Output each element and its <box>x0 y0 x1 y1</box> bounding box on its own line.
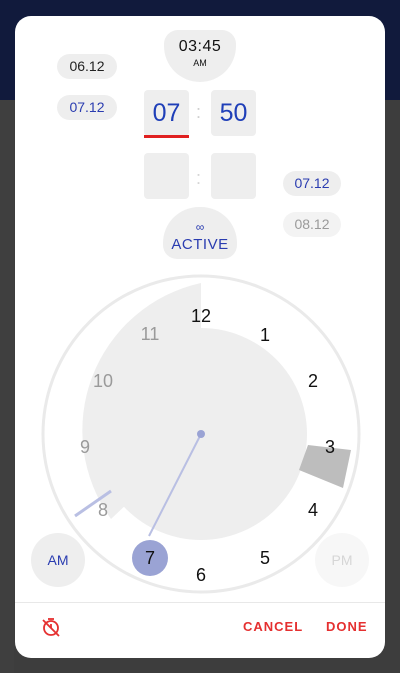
date-chip-3[interactable]: 07.12 <box>283 171 341 196</box>
action-divider <box>15 602 385 603</box>
secondary-hour-field[interactable] <box>144 153 189 199</box>
secondary-time-separator: : <box>196 168 202 188</box>
date-chip-2[interactable]: 07.12 <box>57 95 117 120</box>
backdrop-edge <box>0 100 14 673</box>
clock-number-1[interactable]: 1 <box>260 325 270 345</box>
clock-number-3[interactable]: 3 <box>325 437 335 457</box>
cancel-button[interactable]: CANCEL <box>243 619 303 634</box>
clock-number-2[interactable]: 2 <box>308 371 318 391</box>
clock-number-8[interactable]: 8 <box>98 500 108 520</box>
current-time-indicator: 03:45 AM <box>164 30 236 82</box>
am-button[interactable]: AM <box>31 533 85 587</box>
date-chip-1[interactable]: 06.12 <box>57 54 117 79</box>
clock-number-10[interactable]: 10 <box>93 371 113 391</box>
done-button[interactable]: DONE <box>326 619 368 634</box>
status-indicator[interactable]: ∞ ACTIVE <box>163 207 237 259</box>
minute-field[interactable]: 50 <box>211 90 256 136</box>
current-period: AM <box>193 58 207 68</box>
clock-number-9[interactable]: 9 <box>80 437 90 457</box>
hour-field[interactable]: 07 <box>144 90 189 138</box>
date-chip-4[interactable]: 08.12 <box>283 212 341 237</box>
infinity-icon: ∞ <box>195 220 205 234</box>
clock-number-11[interactable]: 11 <box>141 324 160 344</box>
clock-number-4[interactable]: 4 <box>308 500 318 520</box>
clock-number-7[interactable]: 7 <box>145 548 155 568</box>
timer-off-icon[interactable] <box>40 616 62 638</box>
clock-number-6[interactable]: 6 <box>196 565 206 585</box>
clock-center <box>197 430 205 438</box>
status-label: ACTIVE <box>171 236 229 253</box>
clock-dial[interactable]: 12 1 2 3 4 5 6 7 8 9 10 11 <box>40 273 362 595</box>
clock-number-12[interactable]: 12 <box>191 306 211 326</box>
time-separator: : <box>196 102 202 122</box>
clock-number-5[interactable]: 5 <box>260 548 270 568</box>
current-time: 03:45 <box>178 38 222 55</box>
pm-button[interactable]: PM <box>315 533 369 587</box>
time-picker-dialog: 03:45 AM 06.12 07.12 07.12 08.12 07 : 50… <box>15 16 385 658</box>
secondary-minute-field[interactable] <box>211 153 256 199</box>
